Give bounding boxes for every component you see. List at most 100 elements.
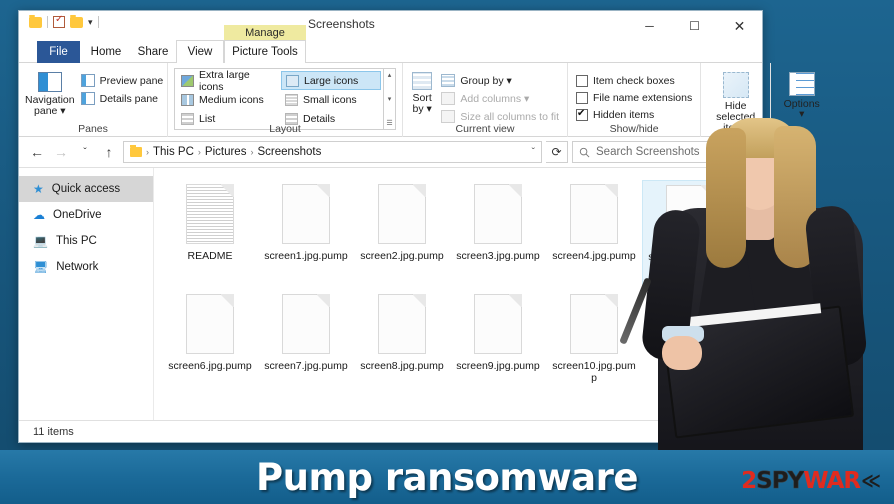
breadcrumb-item-screenshots[interactable]: Screenshots <box>257 146 321 158</box>
star-icon: ★ <box>33 182 44 196</box>
file-item-screen3[interactable]: screen3.jpg.pump <box>450 180 546 290</box>
sidebar-item-label: OneDrive <box>53 209 102 221</box>
sidebar-item-network[interactable]: 🖥 Network <box>19 254 153 280</box>
logo-part-2: 2 <box>741 468 757 494</box>
file-name: README <box>187 250 233 262</box>
medium-icons-icon <box>181 93 194 106</box>
tab-file[interactable]: File <box>37 41 80 63</box>
group-by-button[interactable]: Group by ▾ <box>439 73 561 88</box>
blank-document-icon <box>282 294 330 354</box>
file-name: screen4.jpg.pump <box>552 250 636 262</box>
file-item-screen4[interactable]: screen4.jpg.pump <box>546 180 642 290</box>
tab-share[interactable]: Share <box>130 41 176 63</box>
tab-home[interactable]: Home <box>82 41 130 63</box>
file-name-extensions-option[interactable]: File name extensions <box>574 91 694 105</box>
layout-option-large-icons[interactable]: Large icons <box>281 71 381 90</box>
logo-part-spy: SPY <box>756 468 805 495</box>
properties-icon[interactable] <box>53 14 65 28</box>
hide-selected-label-2: items <box>723 122 749 134</box>
ribbon-group-options: Options ▾ <box>770 63 832 137</box>
item-check-boxes-option[interactable]: Item check boxes <box>574 74 694 88</box>
sidebar-item-this-pc[interactable]: 💻 This PC <box>19 228 153 254</box>
preview-pane-button[interactable]: Preview pane <box>79 73 166 88</box>
breadcrumb-item-this-pc[interactable]: This PC <box>153 146 194 158</box>
maximize-button[interactable]: ☐ <box>672 11 717 41</box>
breadcrumb-item-pictures[interactable]: Pictures <box>205 146 247 158</box>
sort-by-icon <box>412 72 433 90</box>
tab-view[interactable]: View <box>176 40 224 64</box>
layout-option-label: Small icons <box>303 93 357 106</box>
layout-option-small-icons[interactable]: Small icons <box>281 90 381 109</box>
breadcrumb-dropdown-icon[interactable]: ˇ <box>532 147 535 158</box>
options-button[interactable]: Options ▾ <box>777 68 826 137</box>
file-item-screen5[interactable]: screen5.jpg.pump <box>642 180 738 290</box>
file-item-screen8[interactable]: screen8.jpg.pump <box>354 290 450 400</box>
2spyware-logo[interactable]: 2 SPY WAR ≪ <box>741 468 881 495</box>
up-button[interactable]: ↑ <box>99 144 119 160</box>
refresh-button[interactable]: ⟳ <box>546 141 568 163</box>
file-list-area[interactable]: README screen1.jpg.pump screen2.jpg.pump… <box>154 168 762 420</box>
forward-button[interactable]: → <box>51 144 71 160</box>
blank-document-icon <box>474 184 522 244</box>
page-title: Pump ransomware <box>256 455 638 499</box>
search-input[interactable]: Search Screenshots <box>596 146 700 158</box>
file-name-extensions-label: File name extensions <box>593 92 693 104</box>
file-name: screen9.jpg.pump <box>456 360 540 372</box>
sidebar-item-quick-access[interactable]: ★ Quick access <box>19 176 153 202</box>
breadcrumb[interactable]: › This PC › Pictures › Screenshots ˇ <box>123 141 542 163</box>
scroll-up-icon[interactable]: ▴ <box>388 71 392 79</box>
picture-tools-context-header: Manage <box>224 25 306 41</box>
blank-document-icon <box>282 184 330 244</box>
chevron-down-icon[interactable]: ▾ <box>88 17 93 27</box>
status-bar: 11 items <box>19 420 762 442</box>
close-button[interactable]: ✕ <box>717 11 762 41</box>
folder-icon[interactable] <box>29 14 42 28</box>
layout-option-extra-large-icons[interactable]: Extra large icons <box>177 68 281 93</box>
file-item-screen1[interactable]: screen1.jpg.pump <box>258 180 354 290</box>
monitor-icon: 💻 <box>33 234 48 248</box>
back-button[interactable]: ← <box>27 144 47 160</box>
sidebar-item-onedrive[interactable]: ☁ OneDrive <box>19 202 153 228</box>
cloud-icon: ☁ <box>33 208 45 222</box>
ribbon-group-panes: Navigation pane ▾ Preview pane Details p… <box>19 63 167 137</box>
quick-access-toolbar[interactable]: ▾ <box>29 14 99 28</box>
show-hide-group-label: Show/hide <box>609 123 659 135</box>
layout-gallery-scrollbar[interactable]: ▴ ▾ ☰ <box>383 69 395 129</box>
file-name: screen10.jpg.pump <box>552 360 636 384</box>
file-item-screen9[interactable]: screen9.jpg.pump <box>450 290 546 400</box>
logo-chevron-icon: ≪ <box>861 470 881 492</box>
file-name: screen2.jpg.pump <box>360 250 444 262</box>
layout-option-label: Extra large icons <box>199 68 250 93</box>
ribbon-group-current-view: Sort by ▾ Group by ▾ Add columns ▾ Size … <box>402 63 567 137</box>
window-title: Screenshots <box>308 17 375 31</box>
hidden-items-option[interactable]: Hidden items <box>574 108 694 122</box>
file-item-readme[interactable]: README <box>162 180 258 290</box>
file-name-extensions-checkbox[interactable] <box>576 92 588 104</box>
search-box[interactable]: Search Screenshots <box>572 141 754 163</box>
options-chevron-down-icon[interactable]: ▾ <box>799 109 804 120</box>
network-icon: 🖥 <box>33 260 49 274</box>
minimize-button[interactable]: ─ <box>627 11 672 41</box>
layout-gallery[interactable]: Extra large icons Large icons Medium ico… <box>174 68 396 130</box>
new-folder-icon[interactable] <box>70 14 83 28</box>
hide-selected-items-button[interactable]: Hide selected items <box>707 68 764 137</box>
details-pane-button[interactable]: Details pane <box>79 91 166 106</box>
sidebar-item-label: This PC <box>55 235 97 247</box>
small-icons-icon <box>285 93 298 106</box>
file-item-screen6[interactable]: screen6.jpg.pump <box>162 290 258 400</box>
file-item-screen2[interactable]: screen2.jpg.pump <box>354 180 450 290</box>
file-name: screen8.jpg.pump <box>360 360 444 372</box>
item-check-boxes-checkbox[interactable] <box>576 75 588 87</box>
recent-locations-button[interactable]: ˇ <box>75 147 95 158</box>
file-item-screen10[interactable]: screen10.jpg.pump <box>546 290 642 400</box>
page-root: ▾ Screenshots ─ ☐ ✕ Manage File Home Sha… <box>0 0 894 504</box>
scroll-down-icon[interactable]: ▾ <box>388 95 392 103</box>
file-item-screen7[interactable]: screen7.jpg.pump <box>258 290 354 400</box>
size-all-columns-button: Size all columns to fit <box>439 109 561 124</box>
hidden-items-checkbox[interactable] <box>576 108 588 121</box>
layout-option-medium-icons[interactable]: Medium icons <box>177 90 281 109</box>
tab-picture-tools[interactable]: Picture Tools <box>224 40 306 64</box>
file-name: screen5.jpg.pump <box>648 251 732 263</box>
preview-pane-label: Preview pane <box>99 74 164 87</box>
qat-divider-2 <box>97 16 99 28</box>
